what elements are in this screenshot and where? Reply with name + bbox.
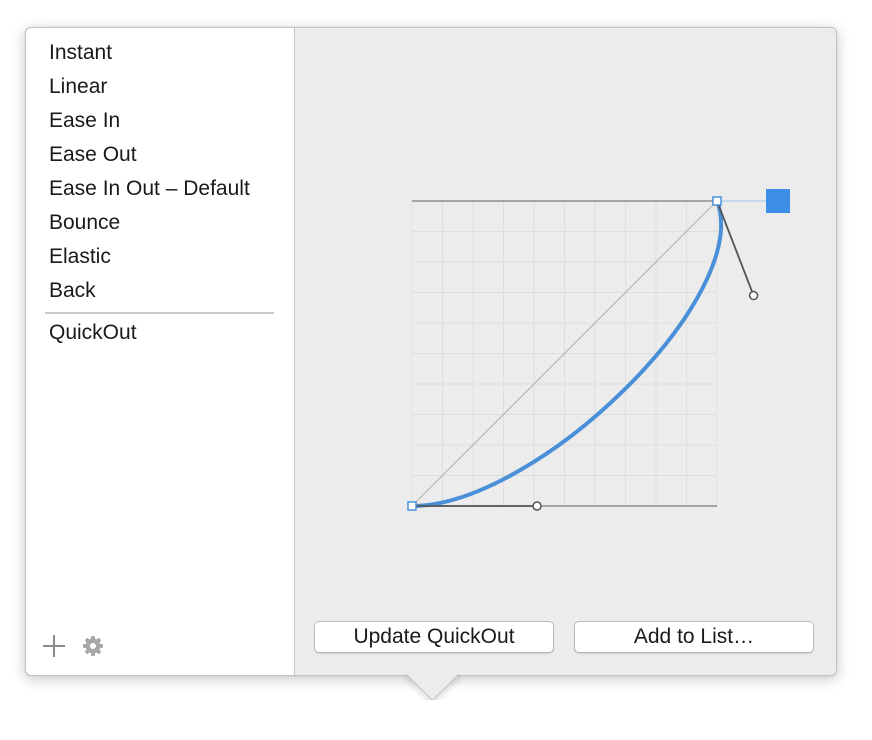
- preset-item-back[interactable]: Back: [26, 274, 294, 308]
- preset-item-instant[interactable]: Instant: [26, 36, 294, 70]
- curve-canvas[interactable]: [295, 28, 836, 608]
- preset-item-ease-in-out-default[interactable]: Ease In Out – Default: [26, 172, 294, 206]
- blue-swatch-icon[interactable]: [766, 189, 790, 213]
- preset-item-elastic[interactable]: Elastic: [26, 240, 294, 274]
- custom-item-quickout[interactable]: QuickOut: [26, 316, 294, 350]
- easing-popover: Instant Linear Ease In Ease Out Ease In …: [25, 27, 837, 676]
- start-point: [407, 501, 417, 511]
- gear-icon[interactable]: [82, 635, 104, 657]
- preset-item-linear[interactable]: Linear: [26, 70, 294, 104]
- update-quickout-button[interactable]: Update QuickOut: [314, 621, 554, 653]
- preset-list: Instant Linear Ease In Ease Out Ease In …: [26, 36, 294, 350]
- add-to-list-button[interactable]: Add to List…: [574, 621, 814, 653]
- popover-arrow: [401, 674, 463, 700]
- control-point-2[interactable]: [748, 290, 759, 301]
- list-separator: [45, 312, 274, 314]
- plus-icon[interactable]: [42, 634, 66, 658]
- control-point-1[interactable]: [532, 501, 542, 511]
- preset-item-ease-in[interactable]: Ease In: [26, 104, 294, 138]
- preset-item-bounce[interactable]: Bounce: [26, 206, 294, 240]
- end-point: [712, 196, 722, 206]
- sidebar-toolbar: [42, 634, 104, 658]
- curve-editor: Update QuickOut Add to List…: [295, 28, 836, 675]
- preset-sidebar: Instant Linear Ease In Ease Out Ease In …: [26, 28, 295, 675]
- preset-item-ease-out[interactable]: Ease Out: [26, 138, 294, 172]
- control-handle-line-2: [716, 200, 755, 296]
